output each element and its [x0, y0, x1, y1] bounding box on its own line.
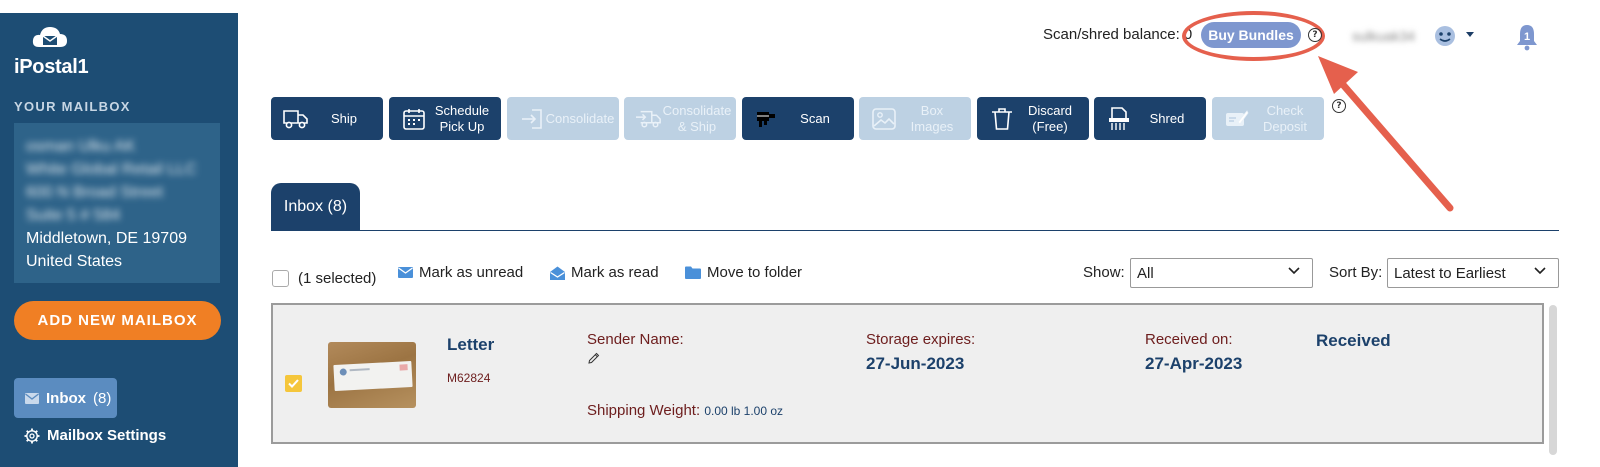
selected-count: (1 selected): [298, 270, 377, 287]
box-images-button: Box Images: [859, 97, 971, 140]
envelope-closed-icon: [398, 267, 413, 278]
schedule-pick-up-label: Schedule Pick Up: [434, 102, 490, 134]
mark-as-read-button[interactable]: Mark as read: [550, 264, 659, 281]
mark-as-read-label: Mark as read: [571, 264, 659, 281]
user-menu-chevron-down-icon[interactable]: [1466, 32, 1474, 37]
mail-item-id: M62824: [447, 371, 491, 385]
sidebar-item-inbox-label: Inbox: [46, 389, 86, 407]
sort-by-select[interactable]: Latest to Earliest: [1387, 258, 1559, 288]
sort-by-label: Sort By:: [1329, 264, 1383, 281]
help-icon[interactable]: ?: [1308, 28, 1322, 42]
consolidate-ship-label: Consolidate & Ship: [662, 102, 732, 134]
sign-in-icon: [519, 106, 545, 132]
discard-free-label: Discard (Free): [1027, 102, 1073, 134]
mail-item-thumbnail[interactable]: [328, 342, 416, 408]
add-new-mailbox-button[interactable]: ADD NEW MAILBOX: [14, 301, 221, 340]
scrollbar[interactable]: [1549, 305, 1557, 455]
tab-divider: [271, 230, 1559, 231]
chevron-down-icon: [1534, 267, 1546, 275]
show-filter-value: All: [1137, 264, 1154, 282]
storage-expires-value: 27-Jun-2023: [866, 354, 965, 373]
truck-arrow-icon: [636, 106, 662, 132]
address-line: Suite 5 # 584: [26, 207, 121, 224]
shred-label: Shred: [1149, 110, 1185, 126]
gear-icon: [24, 428, 40, 443]
sort-by-value: Latest to Earliest: [1394, 264, 1506, 282]
sender-name-label: Sender Name:: [587, 331, 684, 348]
logo-text: iPostal1: [14, 56, 89, 78]
shipping-weight-value: 0.00 lb 1.00 oz: [704, 404, 784, 418]
edit-sender-pencil-icon[interactable]: [588, 351, 600, 369]
checkmark-icon: [288, 379, 299, 388]
envelope-icon: [25, 392, 39, 404]
sidebar-item-mailbox-settings-label: Mailbox Settings: [47, 427, 167, 444]
ipostal1-logo[interactable]: iPostal1: [14, 23, 94, 81]
folder-icon: [685, 266, 701, 279]
bell-icon: 1: [1517, 25, 1537, 51]
show-filter-label: Show:: [1083, 264, 1125, 281]
sidebar: iPostal1 YOUR MAILBOX osman Ulku AK White…: [0, 13, 238, 467]
address-line: United States: [26, 253, 123, 270]
scan-shred-balance: Scan/shred balance: 0: [1043, 26, 1193, 43]
scan-label: Scan: [800, 110, 830, 126]
mark-as-unread-label: Mark as unread: [419, 264, 524, 281]
sidebar-item-inbox[interactable]: Inbox (8): [14, 378, 117, 418]
move-to-folder-button[interactable]: Move to folder: [685, 264, 802, 281]
shredder-icon: [1106, 106, 1132, 132]
ship-label: Ship: [330, 110, 358, 126]
box-images-label: Box Images: [910, 102, 954, 134]
received-on-value: 27-Apr-2023: [1145, 354, 1243, 373]
consolidate-button: Consolidate: [507, 97, 619, 140]
consolidate-ship-button: Consolidate & Ship: [624, 97, 736, 140]
mail-item-status: Received: [1316, 331, 1391, 350]
toolbar-help-icon[interactable]: ?: [1332, 99, 1346, 113]
mail-item-type[interactable]: Letter: [447, 335, 494, 355]
show-filter-select[interactable]: All: [1130, 258, 1313, 288]
sidebar-item-inbox-count: (8): [93, 389, 112, 407]
user-face-icon: [1435, 26, 1455, 46]
envelope-photo: [333, 360, 413, 392]
chevron-down-icon: [1288, 267, 1300, 275]
storage-expires-label: Storage expires:: [866, 331, 976, 348]
address-line: osman Ulku AK: [26, 138, 136, 155]
user-avatar[interactable]: [1432, 25, 1458, 52]
shred-button[interactable]: Shred: [1094, 97, 1206, 140]
select-all-checkbox[interactable]: [272, 270, 289, 287]
shipping-weight-label: Shipping Weight:: [587, 402, 701, 419]
move-to-folder-label: Move to folder: [707, 264, 803, 281]
mail-item-checkbox[interactable]: [285, 375, 302, 392]
check-deposit-icon: [1224, 106, 1250, 132]
tab-inbox[interactable]: Inbox (8): [271, 183, 360, 231]
address-line: Middletown, DE 19709: [26, 230, 187, 247]
discard-free-button[interactable]: Discard (Free): [977, 97, 1089, 140]
bell-count: 1: [1524, 31, 1530, 43]
cloud-mail-icon: [32, 27, 67, 47]
trash-icon: [989, 106, 1015, 132]
shipping-weight: Shipping Weight: 0.00 lb 1.00 oz: [587, 402, 783, 419]
your-mailbox-heading: YOUR MAILBOX: [14, 99, 131, 114]
truck-icon: [283, 106, 309, 132]
scan-button[interactable]: Scan: [742, 97, 854, 140]
ship-button[interactable]: Ship: [271, 97, 383, 140]
image-icon: [871, 106, 897, 132]
check-deposit-button: Check Deposit: [1212, 97, 1324, 140]
mark-as-unread-button[interactable]: Mark as unread: [398, 264, 523, 281]
annotation-arrow: [1318, 56, 1454, 212]
consolidate-label: Consolidate: [545, 110, 615, 126]
check-deposit-label: Check Deposit: [1262, 102, 1308, 134]
notification-bell[interactable]: 1: [1514, 23, 1540, 56]
address-line: 600 N Broad Street: [26, 184, 163, 201]
user-name[interactable]: sulkuak34: [1352, 28, 1415, 44]
calendar-icon: [401, 106, 427, 132]
received-on-label: Received on:: [1145, 331, 1233, 348]
scan-icon: [754, 106, 780, 132]
mailbox-address: osman Ulku AK White Global Retail LLC 600 …: [14, 123, 220, 283]
schedule-pick-up-button[interactable]: Schedule Pick Up: [389, 97, 501, 140]
address-line: White Global Retail LLC: [26, 161, 197, 178]
sidebar-item-mailbox-settings[interactable]: Mailbox Settings: [24, 427, 166, 444]
envelope-open-icon: [550, 266, 565, 280]
